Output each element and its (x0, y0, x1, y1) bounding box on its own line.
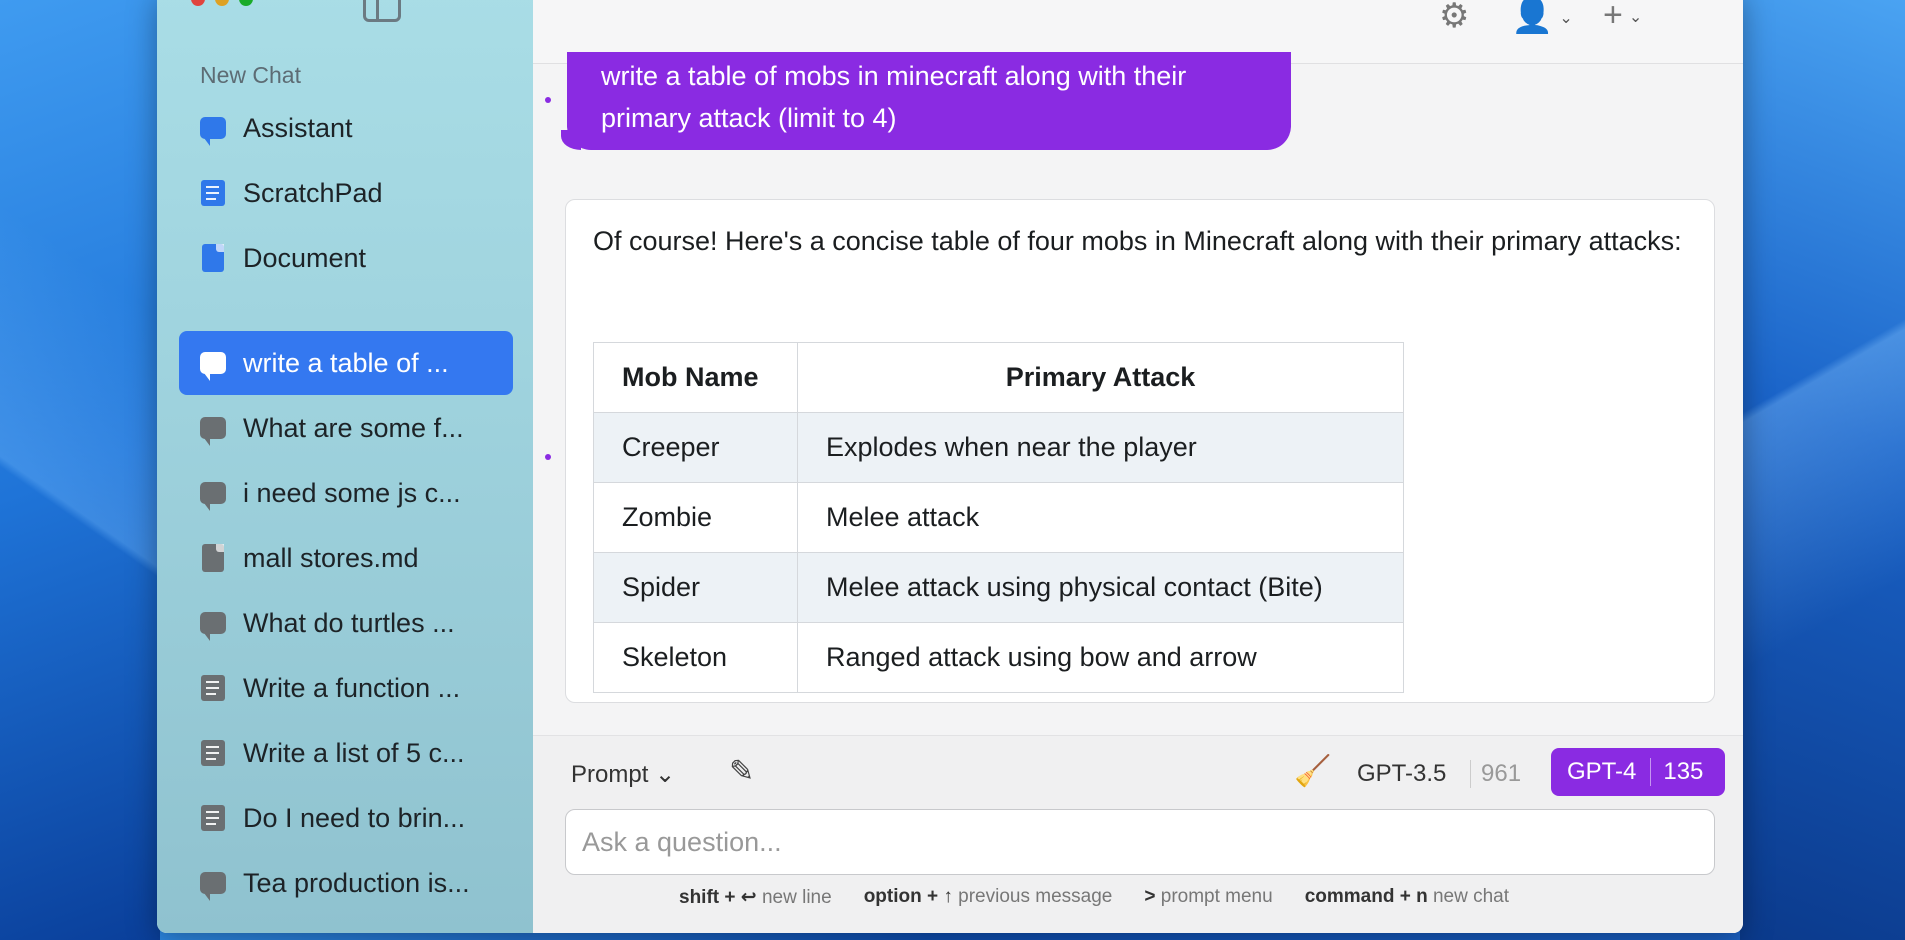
history-item-label: Write a function ... (243, 672, 461, 703)
chevron-down-icon: ⌄ (1628, 9, 1643, 27)
minimize-window-button[interactable] (215, 0, 229, 6)
main-panel: ⚙ 👤 ⌄ + ⌄ write a table of mobs in minecra… (533, 0, 1743, 933)
history-item-8[interactable]: Tea production is... (179, 851, 513, 915)
zoom-window-button[interactable] (239, 0, 253, 6)
chat-bubble-icon (199, 609, 227, 641)
table-cell: Spider (593, 552, 798, 623)
chat-bubble-icon (199, 349, 227, 381)
history-item-label: mall stores.md (243, 542, 419, 573)
user-message-bubble: write a table of mobs in minecraft along… (561, 52, 1291, 150)
question-input[interactable] (565, 809, 1715, 875)
table-row: Skeleton Ranged attack using bow and arr… (593, 622, 1404, 693)
table-header-row: Mob Name Primary Attack (593, 342, 1404, 413)
sidebar-item-assistant[interactable]: Assistant (179, 96, 513, 160)
chevron-down-icon: ⌄ (1559, 10, 1573, 28)
hint-previous-message: option + ↑ previous message (863, 886, 1113, 907)
new-chat-label: New Chat (200, 62, 301, 88)
chat-bubble-icon (199, 114, 227, 146)
window-controls (191, 0, 253, 6)
close-window-button[interactable] (191, 0, 205, 6)
history-item-label: What do turtles ... (243, 607, 455, 638)
history-item-4[interactable]: What do turtles ... (179, 591, 513, 655)
assistant-message: Of course! Here's a concise table of fou… (565, 199, 1715, 703)
table-cell: Creeper (593, 412, 798, 483)
table-cell: Melee attack using physical contact (Bit… (797, 552, 1404, 623)
chat-bubble-icon (199, 414, 227, 446)
scratchpad-icon (199, 739, 227, 767)
history-item-6[interactable]: Write a list of 5 c... (179, 721, 513, 785)
user-menu-icon[interactable]: 👤 ⌄ (1511, 0, 1573, 36)
message-marker-dot (545, 454, 551, 460)
settings-gear-icon[interactable]: ⚙ (1439, 0, 1469, 36)
table-header-cell: Mob Name (593, 342, 798, 413)
history-item-label: i need some js c... (243, 477, 461, 508)
mob-table: Mob Name Primary Attack Creeper Explodes… (593, 342, 1404, 693)
table-row: Spider Melee attack using physical conta… (593, 552, 1404, 623)
sidebar-item-label: ScratchPad (243, 177, 383, 208)
hint-prompt-menu: > prompt menu (1144, 886, 1273, 907)
history-item-label: Do I need to brin... (243, 802, 466, 833)
table-cell: Melee attack (797, 482, 1404, 553)
app-window: New Chat Assistant ScratchPad Document w… (157, 0, 1743, 933)
document-icon (199, 544, 227, 572)
table-cell: Skeleton (593, 622, 798, 693)
prompt-label: Prompt (571, 761, 649, 788)
sidebar-item-scratchpad[interactable]: ScratchPad (179, 161, 513, 225)
table-row: Creeper Explodes when near the player (593, 412, 1404, 483)
sidebar-item-label: Assistant (243, 112, 353, 143)
model-gpt4-count: 135 (1663, 758, 1704, 785)
keyboard-hints: shift + ↩ new line option + ↑ previous m… (679, 886, 1509, 909)
chat-bubble-icon (199, 869, 227, 901)
sidebar-item-label: Document (243, 242, 367, 273)
new-item-plus-icon[interactable]: + ⌄ (1603, 0, 1642, 35)
desktop-wallpaper-right-highlight (1740, 0, 1905, 940)
desktop-wallpaper-left-highlight (0, 0, 160, 940)
history-item-label: Tea production is... (243, 867, 470, 898)
document-icon (199, 244, 227, 272)
history-item-2[interactable]: i need some js c... (179, 461, 513, 525)
model-gpt35-name[interactable]: GPT-3.5 (1357, 760, 1446, 788)
clear-broom-icon[interactable]: 🧹 (1294, 754, 1331, 789)
history-item-0[interactable]: write a table of ... (179, 331, 513, 395)
model-gpt4-name: GPT-4 (1551, 758, 1652, 786)
table-cell: Zombie (593, 482, 798, 553)
table-cell: Explodes when near the player (797, 412, 1404, 483)
model-gpt35-count: 961 (1470, 760, 1521, 788)
scratchpad-icon (199, 179, 227, 207)
sidebar-item-document[interactable]: Document (179, 226, 513, 290)
history-item-3[interactable]: mall stores.md (179, 526, 513, 590)
history-item-label: What are some f... (243, 412, 464, 443)
table-cell: Ranged attack using bow and arrow (797, 622, 1404, 693)
chat-bubble-icon (199, 479, 227, 511)
sidebar: New Chat Assistant ScratchPad Document w… (157, 0, 533, 933)
composer: Prompt ⌄ ✎ 🧹 GPT-3.5 961 GPT-4 135 shift… (533, 735, 1743, 933)
history-item-label: Write a list of 5 c... (243, 737, 465, 768)
history-item-5[interactable]: Write a function ... (179, 656, 513, 720)
hint-new-line: shift + ↩ new line (679, 887, 832, 908)
scratchpad-icon (199, 804, 227, 832)
scratchpad-icon (199, 674, 227, 702)
prompt-dropdown[interactable]: Prompt ⌄ (571, 760, 675, 789)
history-item-label: write a table of ... (243, 347, 449, 378)
pencil-icon[interactable]: ✎ (729, 754, 754, 789)
chevron-down-icon: ⌄ (655, 761, 676, 788)
table-header-cell: Primary Attack (797, 342, 1404, 413)
assistant-intro-text: Of course! Here's a concise table of fou… (593, 226, 1682, 256)
history-item-7[interactable]: Do I need to brin... (179, 786, 513, 850)
model-gpt4-button[interactable]: GPT-4 135 (1551, 748, 1725, 796)
history-item-1[interactable]: What are some f... (179, 396, 513, 460)
hint-new-chat: command + n new chat (1304, 886, 1510, 907)
sidebar-toggle-icon[interactable] (363, 0, 401, 22)
message-marker-dot (545, 97, 551, 103)
table-row: Zombie Melee attack (593, 482, 1404, 553)
